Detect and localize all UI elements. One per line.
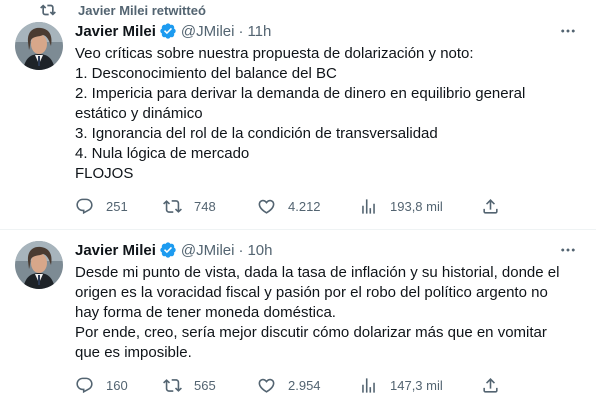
- timestamp[interactable]: 11h: [247, 23, 271, 40]
- tweet-text-line: 3. Ignorancia del rol de la condición de…: [75, 125, 438, 142]
- tweet-text-line: Por ende, creo, sería mejor discutir cóm…: [75, 324, 547, 341]
- avatar[interactable]: [15, 241, 63, 289]
- separator-dot: ·: [238, 241, 244, 259]
- reply-count: 251: [106, 198, 128, 214]
- share-button[interactable]: [481, 196, 500, 216]
- verified-badge-icon: [160, 242, 176, 258]
- like-button[interactable]: 4.212: [257, 196, 321, 216]
- heart-icon: [258, 378, 275, 393]
- separator-dot: ·: [238, 22, 244, 40]
- reply-button[interactable]: 160: [75, 375, 128, 395]
- avatar-image: [15, 22, 63, 70]
- reply-button[interactable]: 251: [75, 196, 128, 216]
- tweet-text-line: Desde mi punto de vista, dada la tasa de…: [75, 264, 560, 281]
- verified-badge-icon: [160, 23, 176, 39]
- reply-icon: [76, 198, 93, 214]
- views-button[interactable]: 193,8 mil: [359, 196, 443, 216]
- avatar[interactable]: [15, 22, 63, 70]
- retweet-count: 565: [194, 377, 216, 393]
- more-options-icon[interactable]: [558, 240, 578, 260]
- tweet-text: Desde mi punto de vista, dada la tasa de…: [75, 263, 585, 363]
- tweet-actions: 160 565 2.954 147,3 mil: [75, 375, 575, 395]
- tweet-2[interactable]: Javier Milei @JMilei · 10h Desde mi punt…: [0, 229, 596, 402]
- retweet-button[interactable]: 748: [163, 196, 216, 216]
- author-handle[interactable]: @JMilei: [181, 23, 235, 40]
- views-count: 193,8 mil: [390, 198, 443, 214]
- tweet-text-line: Veo críticas sobre nuestra propuesta de …: [75, 45, 474, 62]
- tweet-text-line: hay forma de tener moneda doméstica.: [75, 304, 336, 321]
- tweet-text-line: origen es la voracidad fiscal y pasión p…: [75, 284, 548, 301]
- share-button[interactable]: [481, 375, 500, 395]
- author-name[interactable]: Javier Milei: [75, 242, 156, 259]
- tweet-text: Veo críticas sobre nuestra propuesta de …: [75, 44, 585, 184]
- avatar-image: [15, 241, 63, 289]
- reply-count: 160: [106, 377, 128, 393]
- retweet-icon: [163, 199, 182, 213]
- share-icon: [483, 198, 498, 214]
- tweet-header: Javier Milei @JMilei · 11h: [75, 21, 271, 41]
- share-icon: [483, 377, 498, 393]
- retweet-banner: Javier Milei retwitteó: [40, 2, 206, 18]
- retweet-button[interactable]: 565: [163, 375, 216, 395]
- like-button[interactable]: 2.954: [257, 375, 321, 395]
- like-count: 4.212: [288, 198, 321, 214]
- reply-icon: [76, 377, 93, 393]
- analytics-icon: [362, 198, 375, 214]
- analytics-icon: [362, 377, 375, 393]
- tweet-actions: 251 748 4.212 193,8 mil: [75, 196, 575, 216]
- tweet-1[interactable]: Javier Milei retwitteó Javier Milei @JMi…: [0, 0, 596, 229]
- author-name[interactable]: Javier Milei: [75, 23, 156, 40]
- views-button[interactable]: 147,3 mil: [359, 375, 443, 395]
- views-count: 147,3 mil: [390, 377, 443, 393]
- retweet-banner-text[interactable]: Javier Milei retwitteó: [78, 3, 206, 18]
- tweet-text-line: estático y dinámico: [75, 105, 203, 122]
- tweet-text-line: 1. Desconocimiento del balance del BC: [75, 65, 337, 82]
- retweet-icon: [40, 4, 56, 16]
- tweet-text-line: 2. Impericia para derivar la demanda de …: [75, 85, 526, 102]
- timestamp[interactable]: 10h: [247, 242, 272, 259]
- author-handle[interactable]: @JMilei: [181, 242, 235, 259]
- tweet-header: Javier Milei @JMilei · 10h: [75, 240, 272, 260]
- more-options-icon[interactable]: [558, 21, 578, 41]
- tweet-text-line: FLOJOS: [75, 165, 134, 182]
- tweet-text-line: que es imposible.: [75, 344, 192, 361]
- heart-icon: [258, 199, 275, 214]
- like-count: 2.954: [288, 377, 321, 393]
- retweet-icon: [163, 378, 182, 392]
- tweet-text-line: 4. Nula lógica de mercado: [75, 145, 250, 162]
- retweet-count: 748: [194, 198, 216, 214]
